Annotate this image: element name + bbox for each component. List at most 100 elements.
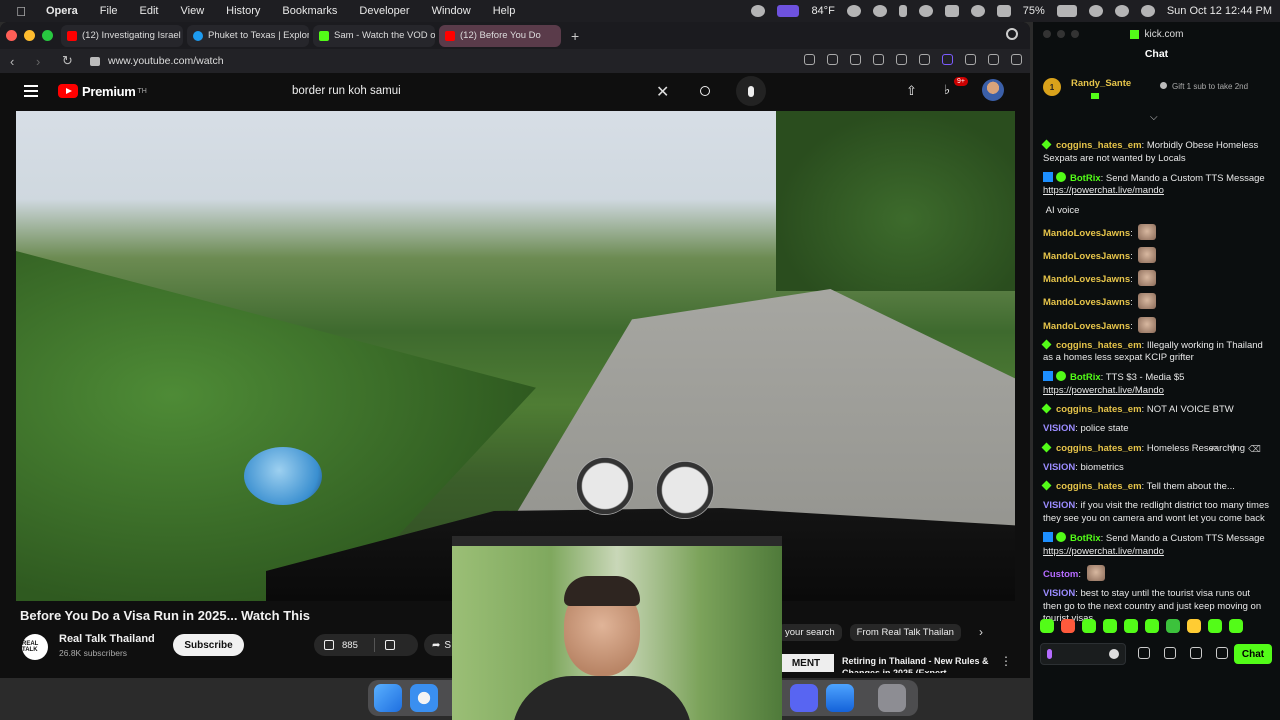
bluetooth-icon[interactable] [898,5,907,17]
search-input[interactable]: border run koh samui [284,76,686,106]
extension-icon[interactable] [850,54,861,65]
chat-username[interactable]: MandoLovesJawns [1043,251,1130,262]
youtube-logo[interactable]: Premium TH [58,84,147,99]
headphones-icon[interactable] [846,5,861,17]
discord-icon[interactable] [790,684,818,712]
quick-emote-icon[interactable] [1040,619,1054,633]
pin-icon[interactable]: ⚲ [1230,444,1237,455]
reload-icon[interactable]: ↻ [62,53,78,69]
more-options-icon[interactable]: ⋮ [1000,654,1012,668]
tab-3[interactable]: Sam - Watch the VOD o [313,24,435,47]
create-upload-icon[interactable]: ⇧ [906,83,920,98]
max-dot[interactable] [1071,30,1079,38]
weather-text[interactable]: 84°F [811,5,834,17]
delete-icon[interactable]: ⌫ [1248,444,1261,455]
menu-bookmarks[interactable]: Bookmarks [282,5,337,17]
chat-username[interactable]: VISION [1043,423,1075,434]
chevron-right-icon[interactable]: › [979,625,983,639]
spotlight-search-icon[interactable] [1088,5,1103,17]
like-count[interactable]: 885 [342,640,358,651]
recommended-video-title[interactable]: Retiring in Thailand - New Rules & Chang… [842,655,1002,673]
close-dot[interactable] [1043,30,1051,38]
quick-emote-icon[interactable] [1103,619,1117,633]
share-button[interactable]: ➦ S [424,634,454,656]
chat-username[interactable]: Custom [1043,569,1078,580]
chat-username[interactable]: coggins_hates_em [1056,481,1142,492]
chat-link[interactable]: https://powerchat.live/mando [1043,185,1164,196]
chip-from-channel[interactable]: From Real Talk Thailan [849,623,961,641]
forward-icon[interactable]: › [36,54,52,69]
wifi-icon[interactable] [996,5,1011,17]
send-icon[interactable] [873,54,884,65]
time-machine-icon[interactable] [970,5,985,17]
status-app-icon[interactable] [751,5,766,17]
battery-icon[interactable] [1056,5,1077,17]
input-source-icon[interactable] [944,5,959,17]
chat-message-input[interactable] [1040,643,1126,665]
easy-setup-icon[interactable] [965,54,976,65]
chat-username[interactable]: MandoLovesJawns [1043,228,1130,239]
menu-file[interactable]: File [100,5,118,17]
tab-2[interactable]: Phuket to Texas | Explor [187,24,309,47]
min-dot[interactable] [1057,30,1065,38]
menu-edit[interactable]: Edit [140,5,159,17]
menu-app-name[interactable]: Opera [46,5,78,17]
chip-your-search[interactable]: your search [778,623,842,641]
quick-emote-icon[interactable] [1145,619,1159,633]
chat-username[interactable]: MandoLovesJawns [1043,297,1130,308]
channel-avatar[interactable]: REAL TALK [22,634,48,660]
chat-username[interactable]: coggins_hates_em [1056,443,1142,454]
chat-username[interactable]: MandoLovesJawns [1043,321,1130,332]
chat-username[interactable]: coggins_hates_em [1056,404,1142,415]
menu-help[interactable]: Help [493,5,516,17]
tab-search-icon[interactable] [1006,28,1018,40]
chat-username[interactable]: coggins_hates_em [1056,340,1142,351]
reply-icon[interactable]: ↶ [1210,444,1218,455]
url-field[interactable]: www.youtube.com/watch [108,55,224,67]
new-tab-icon[interactable]: + [571,28,579,44]
like-thumb-icon[interactable] [324,640,334,650]
snapshot-icon[interactable] [804,54,815,65]
emoji-picker-icon[interactable] [1109,649,1119,659]
link-icon[interactable] [1164,647,1176,659]
vpn-icon[interactable] [942,54,953,65]
clear-search-icon[interactable]: ✕ [656,82,669,102]
tab-4-active[interactable]: (12) Before You Do [439,24,561,47]
channel-name[interactable]: Real Talk Thailand [59,633,155,645]
menu-view[interactable]: View [181,5,205,17]
recommended-thumbnail[interactable]: MENT [778,654,834,672]
menu-history[interactable]: History [226,5,260,17]
quick-emote-icon[interactable] [1061,619,1075,633]
focus-moon-icon[interactable] [918,5,933,17]
subscribe-button[interactable]: Subscribe [173,634,244,656]
search-button[interactable] [690,76,720,106]
pinned-leader[interactable]: 1 Randy_Sante Gift 1 sub to take 2nd [1033,72,1280,116]
chat-username[interactable]: VISION [1043,462,1075,473]
siri-icon[interactable] [1140,5,1155,17]
profile-icon[interactable] [988,54,999,65]
quick-emote-icon[interactable] [1229,619,1243,633]
back-icon[interactable]: ‹ [10,54,26,69]
safari-icon[interactable] [410,684,438,712]
video-player[interactable] [16,111,1015,601]
calendar-icon[interactable] [1190,647,1202,659]
mail-icon[interactable] [826,684,854,712]
leader-username[interactable]: Randy_Sante [1071,78,1131,89]
menu-developer[interactable]: Developer [359,5,409,17]
chat-link[interactable]: https://powerchat.live/mando [1043,546,1164,557]
people-icon[interactable] [1138,647,1150,659]
gift-sub-cta[interactable]: Gift 1 sub to take 2nd [1160,82,1270,92]
quick-emote-icon[interactable] [1166,619,1180,633]
camera-icon[interactable] [827,54,838,65]
chat-username[interactable]: VISION [1043,500,1075,511]
chat-send-button[interactable]: Chat [1234,644,1272,664]
play-icon[interactable] [872,5,887,17]
settings-gear-icon[interactable] [1216,647,1228,659]
close-window-button[interactable] [6,30,17,41]
chat-username[interactable]: MandoLovesJawns [1043,274,1130,285]
chat-username[interactable]: BotRix [1070,372,1101,383]
minimize-window-button[interactable] [24,30,35,41]
status-screen-record-icon[interactable] [777,5,800,17]
finder-icon[interactable] [374,684,402,712]
voice-search-button[interactable] [736,76,766,106]
